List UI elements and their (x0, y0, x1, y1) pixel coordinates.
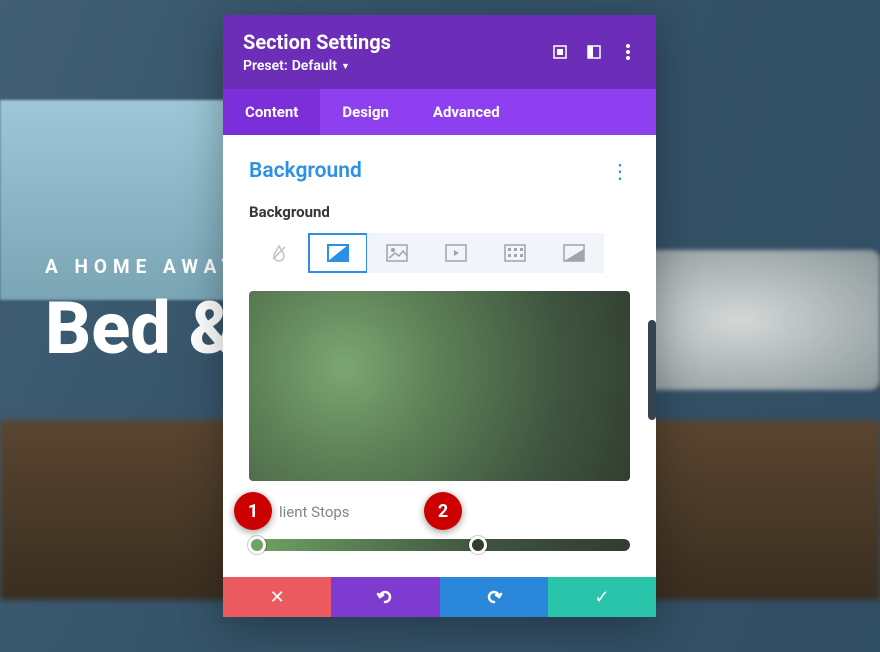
bg-type-pattern[interactable] (485, 233, 545, 273)
bg-type-none[interactable] (249, 233, 309, 273)
annotation-callout-1: 1 (234, 492, 272, 530)
redo-button[interactable] (440, 577, 548, 617)
bg-type-image[interactable] (367, 233, 427, 273)
section-heading-row: Background ⋮ (249, 159, 630, 183)
gradient-slider[interactable] (249, 539, 630, 551)
video-icon (445, 244, 467, 262)
hero-headline: Bed & (45, 293, 239, 365)
expand-icon[interactable] (552, 44, 568, 60)
gradient-icon (327, 244, 349, 262)
undo-button[interactable] (331, 577, 439, 617)
undo-icon (375, 587, 395, 607)
modal-title: Section Settings (243, 30, 391, 54)
modal-body: Background ⋮ Background (223, 135, 656, 617)
redo-icon (484, 587, 504, 607)
section-heading-background[interactable]: Background (249, 159, 362, 183)
droplet-off-icon (269, 243, 289, 263)
kebab-menu-icon[interactable] (620, 44, 636, 60)
tab-design[interactable]: Design (320, 89, 411, 135)
cancel-button[interactable]: ✕ (223, 577, 331, 617)
background-type-selector (249, 233, 630, 273)
chevron-down-icon: ▼ (341, 61, 350, 72)
annotation-callout-2: 2 (424, 492, 462, 530)
tab-advanced[interactable]: Advanced (411, 89, 522, 135)
check-icon: ✓ (594, 587, 609, 608)
gradient-stop-2[interactable] (469, 536, 487, 554)
hero-text: A HOME AWAY Bed & (45, 255, 239, 365)
pattern-icon (504, 244, 526, 262)
modal-header: Section Settings Preset: Default ▼ (223, 15, 656, 89)
preset-prefix: Preset: (243, 58, 288, 74)
preset-selector[interactable]: Preset: Default ▼ (243, 58, 391, 74)
modal-header-left: Section Settings Preset: Default ▼ (243, 30, 391, 74)
scrollbar[interactable] (648, 320, 656, 420)
mask-icon (563, 244, 585, 262)
hero-tagline: A HOME AWAY (45, 255, 239, 278)
bg-type-mask[interactable] (544, 233, 604, 273)
bg-type-gradient[interactable] (308, 233, 368, 273)
preset-value: Default (292, 58, 337, 74)
modal-footer: ✕ ✓ (223, 577, 656, 617)
save-button[interactable]: ✓ (548, 577, 656, 617)
image-icon (386, 244, 408, 262)
bg-type-video[interactable] (426, 233, 486, 273)
close-icon: ✕ (270, 587, 285, 608)
tab-content[interactable]: Content (223, 89, 320, 135)
modal-tabs: Content Design Advanced (223, 89, 656, 135)
field-label-background: Background (249, 203, 630, 221)
modal-header-actions (552, 44, 636, 60)
sidebar-icon[interactable] (586, 44, 602, 60)
gradient-preview[interactable] (249, 291, 630, 481)
gradient-stop-1[interactable] (248, 536, 266, 554)
